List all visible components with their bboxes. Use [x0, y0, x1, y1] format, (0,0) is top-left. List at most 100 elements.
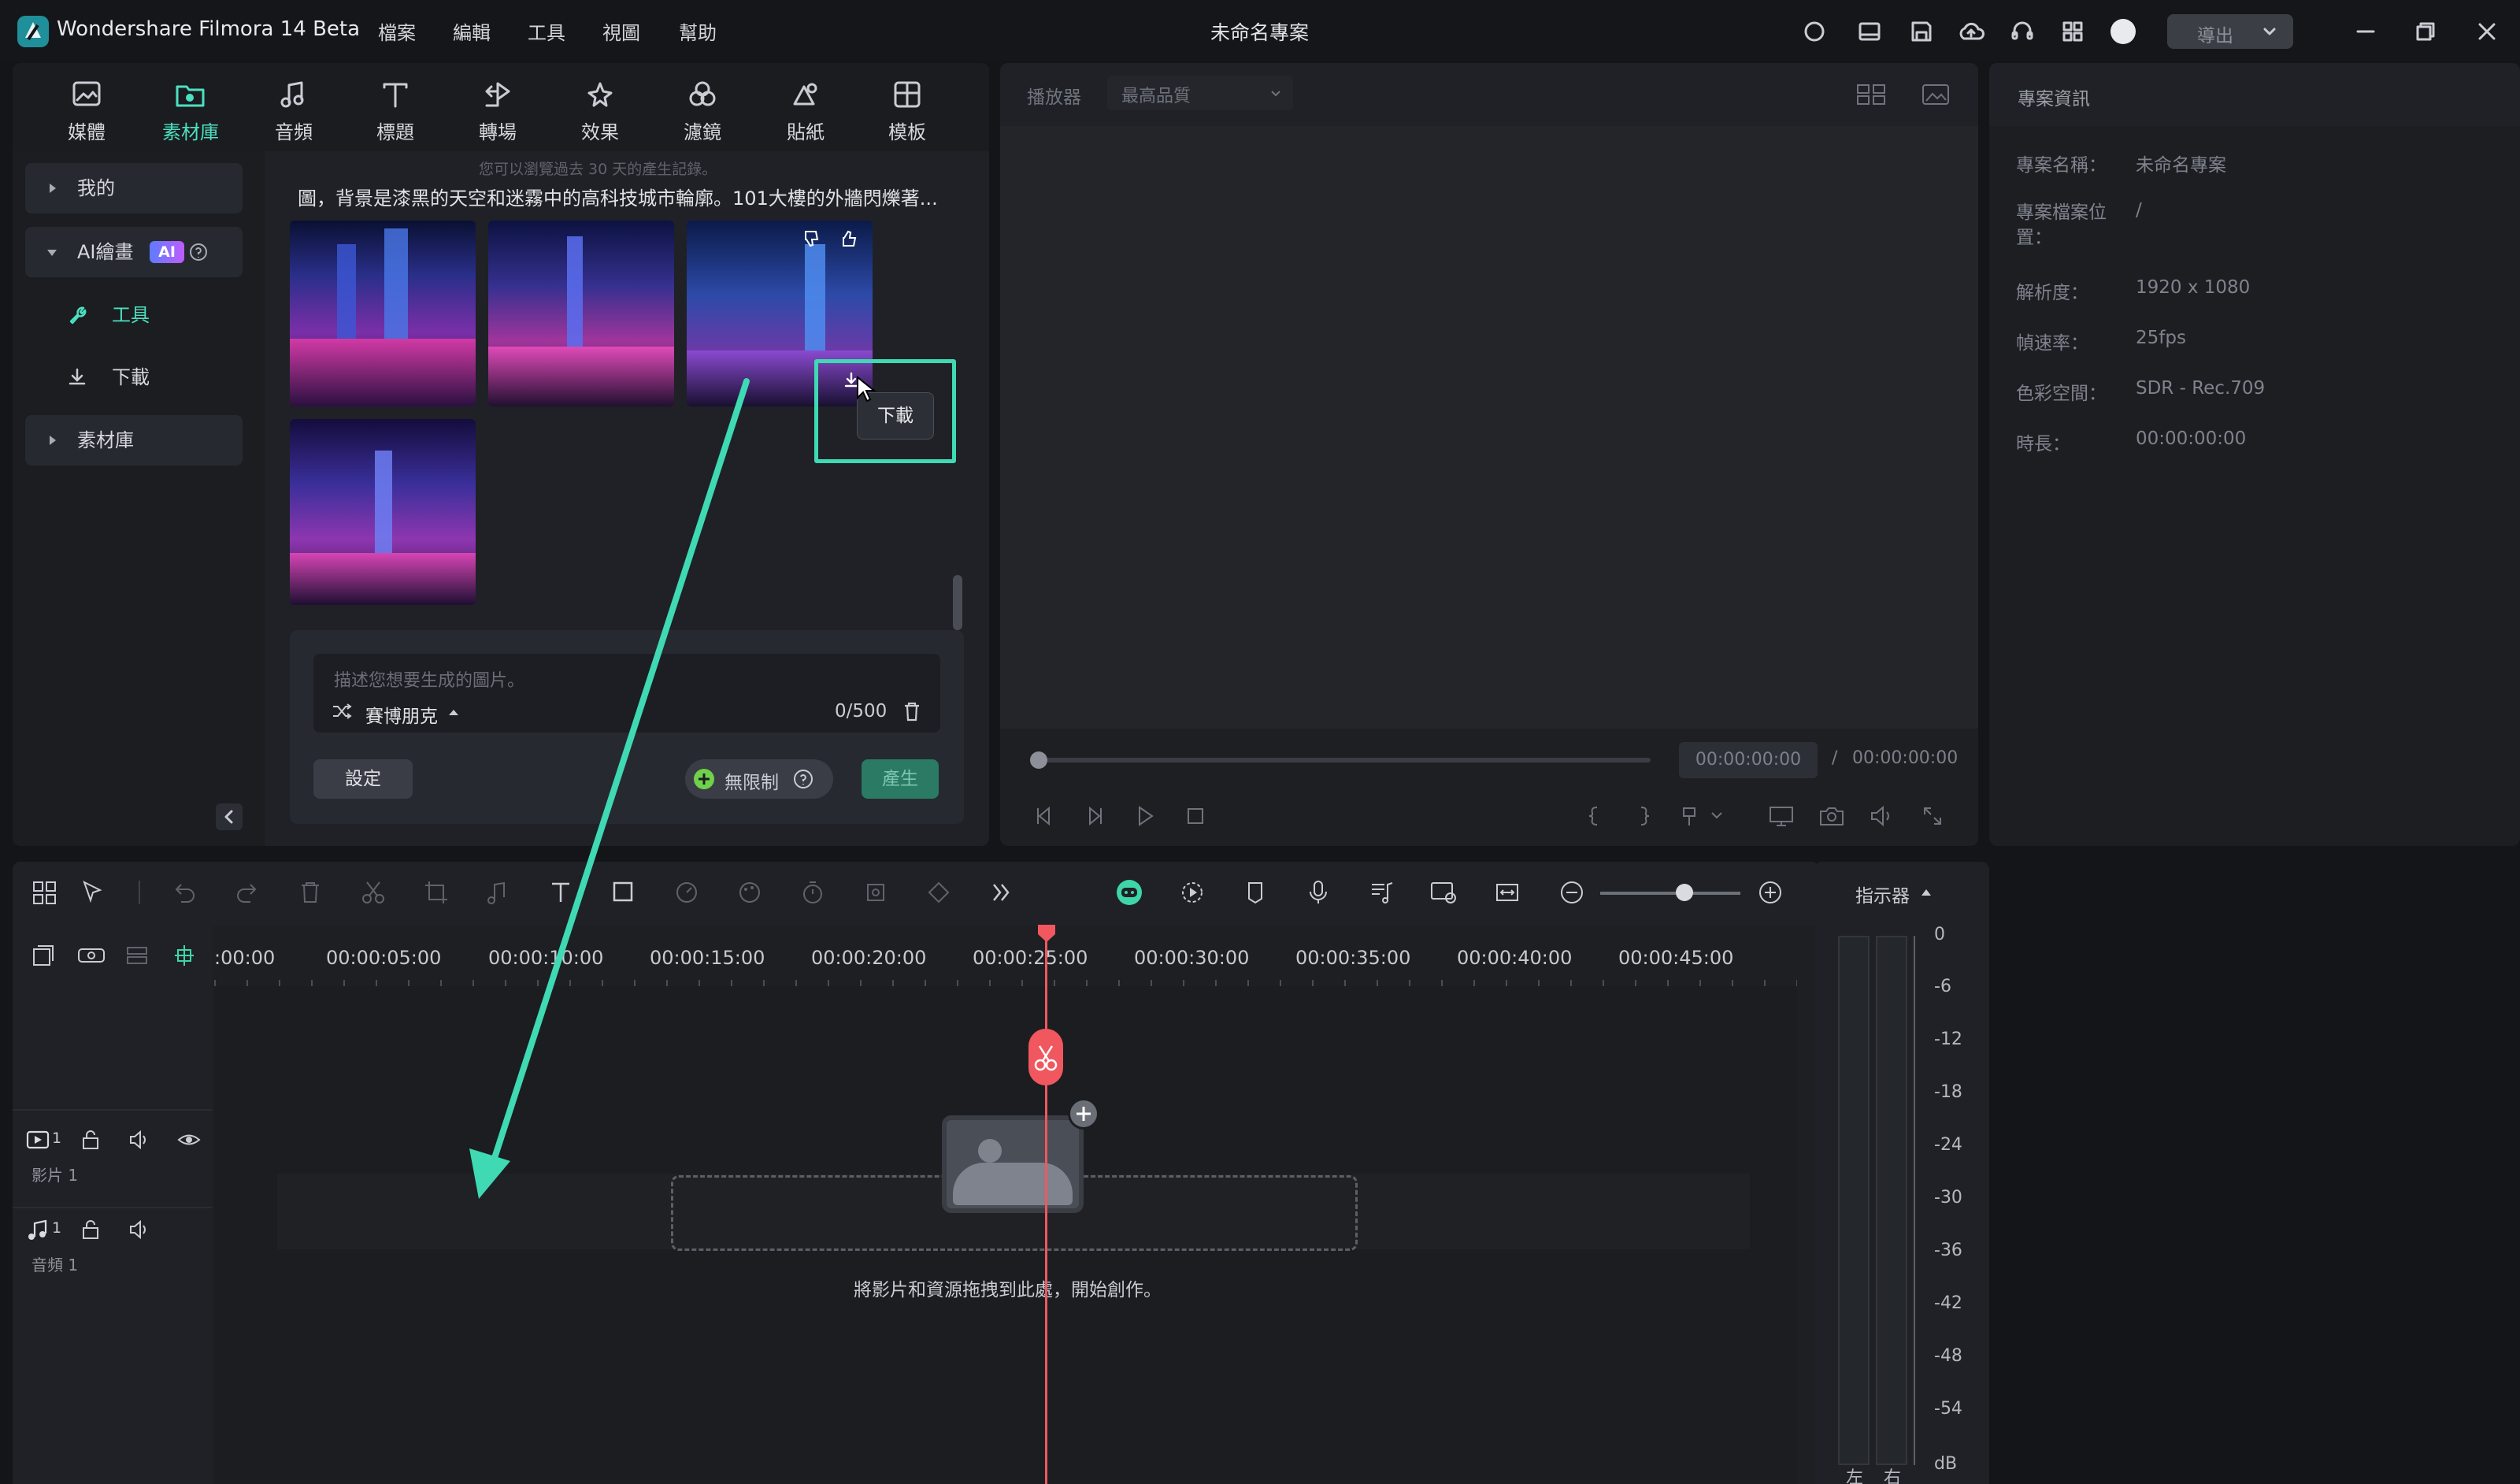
add-media-plus-icon[interactable]: [1068, 1098, 1099, 1130]
tab-audio[interactable]: 音頻: [250, 79, 337, 144]
close-icon[interactable]: [2474, 19, 2500, 44]
tab-effects[interactable]: 效果: [557, 79, 643, 144]
sidebar-item-stock[interactable]: 素材庫: [25, 415, 243, 466]
play-icon[interactable]: [1132, 803, 1158, 829]
speed-icon[interactable]: [673, 878, 701, 907]
insert-clip-icon[interactable]: [1681, 803, 1725, 829]
prompt-input[interactable]: 描述您想要生成的圖片。 賽博朋克 0/500: [313, 654, 940, 733]
trash-icon[interactable]: [901, 699, 923, 723]
sidebar-item-ai-drawing[interactable]: AI繪畫 AI: [25, 227, 243, 277]
audio-mix-icon[interactable]: [1367, 878, 1395, 907]
more-tools-icon[interactable]: [988, 878, 1016, 907]
render-preview-icon[interactable]: [1178, 878, 1206, 907]
tab-templates[interactable]: 模板: [864, 79, 951, 144]
lock-icon[interactable]: [79, 1218, 102, 1241]
ai-assistant-icon[interactable]: [1114, 878, 1145, 907]
stop-icon[interactable]: [1183, 803, 1208, 829]
indicator-dropdown[interactable]: 指示器: [1855, 881, 1910, 907]
tab-stock-library[interactable]: 素材庫: [147, 79, 234, 144]
marker-icon[interactable]: [1241, 878, 1269, 907]
zoom-slider-track[interactable]: [1600, 892, 1740, 895]
apps-grid-icon[interactable]: [2060, 19, 2085, 44]
track-manage-icon[interactable]: [123, 942, 151, 969]
scissors-icon[interactable]: [359, 878, 387, 907]
lock-icon[interactable]: [79, 1128, 102, 1152]
mark-out-icon[interactable]: [1632, 803, 1657, 829]
save-icon[interactable]: [1909, 19, 1934, 44]
snapshot-image-icon[interactable]: [1920, 82, 1951, 107]
volume-icon[interactable]: [1868, 803, 1896, 829]
snap-magnet-icon[interactable]: [170, 942, 198, 969]
settings-button[interactable]: 設定: [313, 759, 413, 799]
zoom-in-icon[interactable]: [1756, 878, 1784, 907]
camera-icon[interactable]: [1818, 803, 1846, 829]
tab-transitions[interactable]: 轉場: [454, 79, 541, 144]
next-frame-icon[interactable]: [1082, 803, 1107, 829]
tab-media[interactable]: 媒體: [43, 79, 130, 144]
help-icon[interactable]: [187, 241, 209, 263]
speaker-icon[interactable]: [128, 1128, 151, 1152]
speaker-icon[interactable]: [128, 1218, 151, 1241]
cloud-upload-icon[interactable]: [1958, 19, 1984, 44]
layout-icon[interactable]: [1857, 19, 1882, 44]
eye-icon[interactable]: [176, 1130, 202, 1150]
fullscreen-icon[interactable]: [1920, 803, 1945, 829]
menu-tools[interactable]: 工具: [528, 17, 565, 45]
thumbs-down-icon[interactable]: [800, 227, 824, 250]
tab-filters[interactable]: 濾鏡: [659, 79, 746, 144]
delete-icon[interactable]: [296, 878, 324, 907]
support-headset-icon[interactable]: [2010, 19, 2035, 44]
menu-view[interactable]: 視圖: [602, 17, 640, 45]
current-time[interactable]: 00:00:00:00: [1679, 742, 1818, 778]
generated-image-2[interactable]: [488, 221, 674, 406]
tab-stickers[interactable]: 貼紙: [762, 79, 849, 144]
scrollbar-thumb[interactable]: [953, 575, 962, 630]
crop-icon[interactable]: [422, 878, 450, 907]
text-tool-icon[interactable]: [547, 878, 575, 907]
generate-button[interactable]: 產生: [862, 759, 939, 799]
shuffle-icon[interactable]: [331, 701, 353, 722]
redo-icon[interactable]: [233, 878, 261, 907]
restore-icon[interactable]: [2413, 19, 2438, 44]
add-track-icon[interactable]: [30, 942, 57, 969]
collapse-sidebar-button[interactable]: [216, 803, 243, 830]
select-pointer-icon[interactable]: [79, 878, 107, 907]
menu-file[interactable]: 檔案: [378, 17, 416, 45]
keyframe-icon[interactable]: [925, 878, 953, 907]
shape-tool-icon[interactable]: [610, 878, 638, 907]
menu-help[interactable]: 幫助: [679, 17, 717, 45]
generated-image-4[interactable]: [290, 419, 476, 605]
mark-in-icon[interactable]: [1581, 803, 1606, 829]
previous-frame-icon[interactable]: [1032, 803, 1057, 829]
microphone-icon[interactable]: [1304, 878, 1332, 907]
avatar[interactable]: [2110, 19, 2136, 44]
preview-quality-icon[interactable]: [1429, 878, 1460, 907]
unlimited-button[interactable]: 無限制: [685, 759, 833, 799]
playhead-line[interactable]: [1045, 926, 1047, 1484]
split-playhead-button[interactable]: [1028, 1029, 1063, 1085]
scrubber-handle[interactable]: [1030, 751, 1047, 769]
layout-grid-icon[interactable]: [30, 878, 58, 907]
sidebar-item-my[interactable]: 我的: [25, 163, 243, 213]
undo-icon[interactable]: [170, 878, 198, 907]
tab-titles[interactable]: 標題: [352, 79, 439, 144]
generated-image-1[interactable]: [290, 221, 476, 406]
minimize-icon[interactable]: [2353, 19, 2378, 44]
sidebar-item-download[interactable]: 下載: [25, 352, 243, 403]
zoom-slider-handle[interactable]: [1676, 884, 1693, 901]
sidebar-item-tool[interactable]: 工具: [25, 290, 243, 340]
menu-edit[interactable]: 編輯: [453, 17, 491, 45]
thumbs-up-icon[interactable]: [838, 227, 862, 250]
stabilize-icon[interactable]: [862, 878, 890, 907]
fit-timeline-icon[interactable]: [1493, 878, 1521, 907]
playhead-marker-icon[interactable]: [1036, 923, 1057, 944]
zoom-out-icon[interactable]: [1558, 878, 1586, 907]
quality-dropdown[interactable]: 最高品質: [1107, 76, 1293, 110]
record-icon[interactable]: [1802, 19, 1827, 44]
color-palette-icon[interactable]: [736, 878, 764, 907]
timer-icon[interactable]: [799, 878, 827, 907]
export-button[interactable]: 導出: [2167, 14, 2293, 49]
link-icon[interactable]: [76, 942, 107, 969]
display-monitor-icon[interactable]: [1767, 803, 1796, 829]
style-selector[interactable]: 賽博朋克: [365, 701, 438, 728]
